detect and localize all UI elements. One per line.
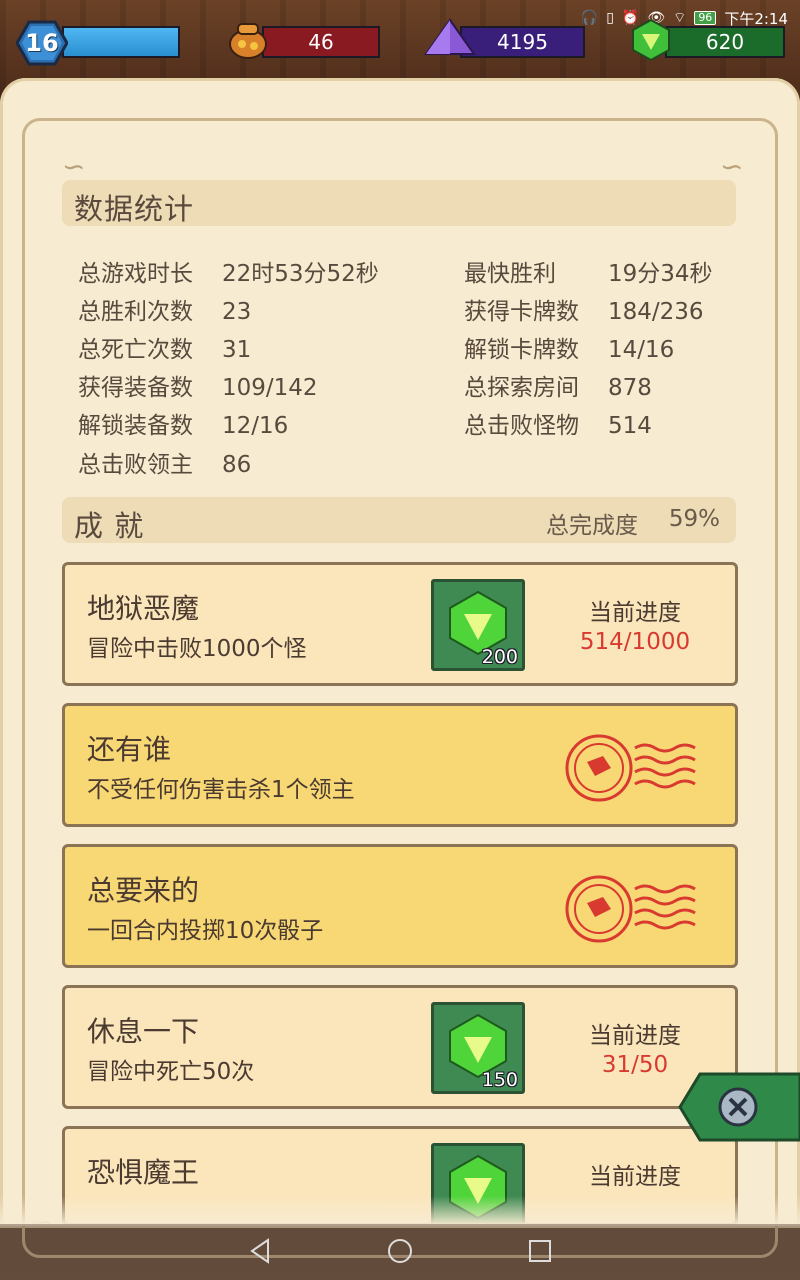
completed-stamp-icon xyxy=(565,875,696,943)
stat-value: 184/236 xyxy=(608,299,704,325)
achievements-section-title: 成 就 xyxy=(74,509,145,543)
achievement-title: 总要来的 xyxy=(87,874,200,907)
close-tab-shape xyxy=(678,1072,800,1142)
progress-label: 当前进度 xyxy=(589,1023,681,1049)
stat-row: 总胜利次数 23 xyxy=(78,292,251,326)
player-level: 16 xyxy=(25,29,59,57)
achievements-section-header: 成 就 总完成度 59% xyxy=(62,497,736,543)
achievement-desc: 冒险中击败1000个怪 xyxy=(87,636,307,662)
achievement-card[interactable]: 地狱恶魔 冒险中击败1000个怪 200 当前进度 514/1000 xyxy=(62,562,738,686)
stat-row: 解锁装备数 12/16 xyxy=(78,406,288,440)
stat-label: 总胜利次数 xyxy=(78,299,193,325)
stat-row: 获得卡牌数 184/236 xyxy=(464,292,704,326)
stat-row: 总击败领主 86 xyxy=(78,445,251,479)
reward-amount: 150 xyxy=(481,1069,518,1091)
corner-swirl-icon: ∽ xyxy=(720,150,744,183)
stat-label: 总探索房间 xyxy=(464,375,579,401)
achievement-title: 地狱恶魔 xyxy=(87,592,200,625)
completed-stamp-icon xyxy=(565,734,696,802)
completion-value: 59% xyxy=(668,506,720,532)
corner-swirl-icon: ∽ xyxy=(62,150,86,183)
xp-bar-fill xyxy=(64,28,178,56)
stat-label: 最快胜利 xyxy=(464,261,556,287)
xp-bar xyxy=(62,26,180,58)
stat-value: 86 xyxy=(222,452,252,478)
progress-value: 514/1000 xyxy=(579,629,691,655)
stat-row: 总死亡次数 31 xyxy=(78,330,251,364)
completion-label: 总完成度 xyxy=(546,513,638,539)
stat-row: 总游戏时长 22时53分52秒 xyxy=(78,254,379,288)
stat-value: 31 xyxy=(222,337,252,363)
stat-value: 878 xyxy=(608,375,652,401)
crystal-value: 4195 xyxy=(497,30,548,54)
achievement-title: 恐惧魔王 xyxy=(87,1156,200,1189)
close-button[interactable] xyxy=(678,1072,800,1142)
stat-row: 总击败怪物 514 xyxy=(464,406,652,440)
reward-box[interactable]: 150 xyxy=(431,1002,525,1094)
stat-row: 获得装备数 109/142 xyxy=(78,368,318,402)
gold-pouch-icon xyxy=(229,23,267,59)
bottom-fade xyxy=(0,1196,800,1226)
gold-value: 46 xyxy=(308,30,334,54)
stat-label: 总击败怪物 xyxy=(464,413,579,439)
stat-value: 14/16 xyxy=(608,337,675,363)
android-nav-bar xyxy=(0,1224,800,1280)
gem-value: 620 xyxy=(705,30,745,54)
stats-section-header: 数据统计 xyxy=(62,180,736,226)
stat-label: 总游戏时长 xyxy=(78,261,193,287)
stat-value: 109/142 xyxy=(222,375,318,401)
achievement-card[interactable]: 还有谁 不受任何伤害击杀1个领主 xyxy=(62,703,738,827)
stat-row: 解锁卡牌数 14/16 xyxy=(464,330,674,364)
purple-crystal-icon xyxy=(424,18,476,55)
crystal-counter: 4195 xyxy=(460,26,585,58)
stat-label: 获得卡牌数 xyxy=(464,299,579,325)
stats-section-title: 数据统计 xyxy=(74,192,195,226)
stat-row: 最快胜利 19分34秒 xyxy=(464,254,713,288)
level-badge[interactable]: 16 xyxy=(16,20,68,66)
stat-label: 解锁卡牌数 xyxy=(464,337,579,363)
achievement-desc: 冒险中死亡50次 xyxy=(87,1059,255,1085)
stat-value: 514 xyxy=(608,413,652,439)
reward-amount: 200 xyxy=(481,646,518,668)
stat-row: 总探索房间 878 xyxy=(464,368,652,402)
stat-label: 解锁装备数 xyxy=(78,413,193,439)
stat-value: 12/16 xyxy=(222,413,289,439)
progress-label: 当前进度 xyxy=(589,600,681,626)
stat-value: 22时53分52秒 xyxy=(222,261,379,287)
stat-value: 19分34秒 xyxy=(608,261,713,287)
gem-counter: 620 xyxy=(665,26,785,58)
achievement-desc: 一回合内投掷10次骰子 xyxy=(87,918,324,944)
home-icon[interactable] xyxy=(387,1238,413,1264)
reward-box[interactable]: 200 xyxy=(431,579,525,671)
back-icon[interactable] xyxy=(248,1238,272,1264)
achievement-card[interactable]: 休息一下 冒险中死亡50次 150 当前进度 31/50 xyxy=(62,985,738,1109)
achievement-title: 休息一下 xyxy=(87,1015,200,1048)
green-gem-icon xyxy=(632,18,670,62)
stat-label: 总死亡次数 xyxy=(78,337,193,363)
achievement-desc: 不受任何伤害击杀1个领主 xyxy=(87,777,355,803)
stat-value: 23 xyxy=(222,299,252,325)
recents-icon[interactable] xyxy=(528,1238,552,1264)
resource-hud: 16 46 4195 620 xyxy=(0,18,800,66)
achievement-title: 还有谁 xyxy=(87,733,172,766)
stat-label: 获得装备数 xyxy=(78,375,193,401)
gold-counter: 46 xyxy=(262,26,380,58)
progress-label: 当前进度 xyxy=(589,1164,681,1190)
achievement-card[interactable]: 总要来的 一回合内投掷10次骰子 xyxy=(62,844,738,968)
stat-label: 总击败领主 xyxy=(78,452,193,478)
